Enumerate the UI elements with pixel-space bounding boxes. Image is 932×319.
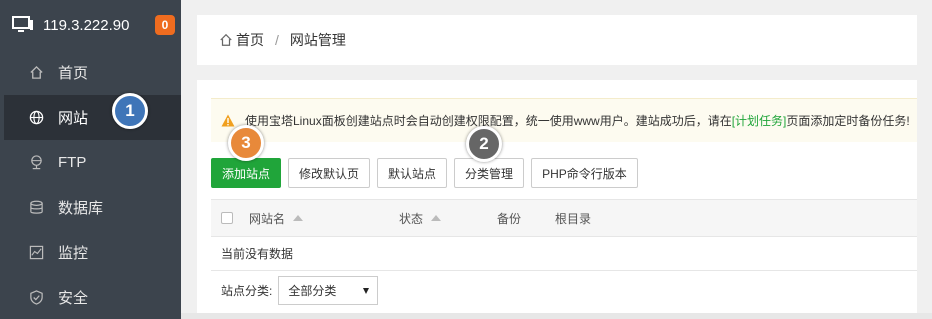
page-edge (917, 0, 932, 319)
sidebar-item-label: 数据库 (58, 200, 104, 217)
column-backup: 备份 (497, 211, 522, 226)
select-all-checkbox[interactable] (221, 212, 233, 224)
sidebar-item-label: FTP (58, 154, 87, 171)
sidebar-item-home[interactable]: 首页 (4, 50, 181, 95)
sidebar: 119.3.222.90 0 首页 网站 FTP 数据库 监控 安全 (0, 0, 181, 319)
home-icon[interactable] (219, 33, 233, 47)
home-icon (28, 65, 44, 81)
php-cli-version-button[interactable]: PHP命令行版本 (531, 158, 638, 188)
notification-badge[interactable]: 0 (155, 15, 175, 35)
database-icon (28, 200, 44, 216)
chevron-down-icon (363, 287, 370, 294)
globe-icon (28, 110, 44, 126)
server-header[interactable]: 119.3.222.90 0 (0, 0, 181, 50)
category-manage-button[interactable]: 分类管理 (454, 158, 525, 188)
sidebar-item-security[interactable]: 安全 (4, 275, 181, 319)
toolbar: 添加站点 修改默认页 默认站点 分类管理 PHP命令行版本 (211, 158, 645, 188)
category-select-value: 全部分类 (288, 284, 337, 298)
breadcrumb-home[interactable]: 首页 (236, 30, 264, 50)
sidebar-item-label: 监控 (58, 245, 89, 262)
sidebar-item-monitor[interactable]: 监控 (4, 230, 181, 275)
step-marker-3: 3 (228, 125, 264, 161)
alert-text-after: 页面添加定时备份任务! (786, 114, 910, 128)
main-panel: 使用宝塔Linux面板创建站点时会自动创建权限配置，统一使用www用户。建站成功… (197, 80, 917, 319)
add-site-button[interactable]: 添加站点 (211, 158, 282, 188)
column-site-name[interactable]: 网站名 (249, 210, 304, 227)
shield-icon (28, 290, 44, 306)
warning-alert: 使用宝塔Linux面板创建站点时会自动创建权限配置，统一使用www用户。建站成功… (211, 98, 917, 142)
breadcrumb-separator: / (275, 32, 279, 48)
bottom-strip (181, 313, 932, 319)
site-table: 网站名 状态 备份 根目录 当前没有数据 (211, 199, 917, 271)
sidebar-item-ftp[interactable]: FTP (4, 140, 181, 185)
step-marker-2: 2 (466, 126, 502, 162)
monitor-icon (12, 16, 34, 34)
sort-up-icon (431, 215, 442, 221)
breadcrumb: 首页 / 网站管理 (197, 15, 917, 65)
column-root-dir: 根目录 (555, 211, 592, 226)
warning-icon (221, 114, 235, 127)
sidebar-menu: 首页 网站 FTP 数据库 监控 安全 (4, 50, 181, 319)
table-header: 网站名 状态 备份 根目录 (211, 199, 917, 237)
cron-task-link[interactable]: [计划任务] (732, 112, 787, 129)
default-site-button[interactable]: 默认站点 (377, 158, 448, 188)
step-marker-1: 1 (112, 93, 148, 129)
edit-default-page-button[interactable]: 修改默认页 (288, 158, 371, 188)
sidebar-item-database[interactable]: 数据库 (4, 185, 181, 230)
breadcrumb-current: 网站管理 (289, 32, 346, 48)
column-status[interactable]: 状态 (399, 210, 442, 227)
sidebar-item-label: 网站 (58, 110, 89, 127)
category-select[interactable]: 全部分类 (278, 276, 379, 305)
sidebar-item-website[interactable]: 网站 (4, 95, 181, 140)
sort-up-icon (293, 215, 304, 221)
sidebar-item-label: 安全 (58, 290, 89, 307)
ftp-icon (28, 155, 44, 171)
empty-row: 当前没有数据 (211, 237, 917, 271)
sidebar-item-label: 首页 (58, 65, 89, 82)
monitor-chart-icon (28, 245, 44, 261)
server-ip: 119.3.222.90 (43, 16, 130, 34)
category-filter: 站点分类: 全部分类 (211, 276, 379, 305)
category-filter-label: 站点分类: (221, 284, 273, 298)
